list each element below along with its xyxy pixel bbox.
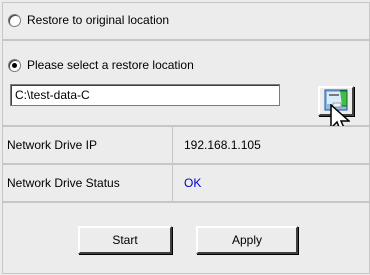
restore-select-label: Please select a restore location [27,58,194,72]
radio-selected-dot [12,62,17,68]
network-status-label: Network Drive Status [3,165,173,201]
network-ip-value: 192.168.1.105 [184,138,261,152]
restore-path-input[interactable] [10,84,280,106]
start-button[interactable]: Start [78,226,172,254]
restore-select-section [2,40,370,126]
restore-select-radio[interactable] [8,58,21,72]
restore-original-radio[interactable] [8,13,21,27]
restore-select-option[interactable]: Please select a restore location [8,58,194,72]
network-status-row: Network Drive Status OK [2,164,370,202]
apply-button[interactable]: Apply [196,226,298,254]
restore-original-label: Restore to original location [27,13,170,27]
restore-panel: Restore to original location Please sele… [0,0,370,275]
network-ip-label: Network Drive IP [3,127,173,163]
restore-original-option[interactable]: Restore to original location [8,13,169,27]
network-ip-row: Network Drive IP 192.168.1.105 [2,126,370,164]
network-status-value: OK [184,176,202,190]
actions-section [2,202,370,274]
